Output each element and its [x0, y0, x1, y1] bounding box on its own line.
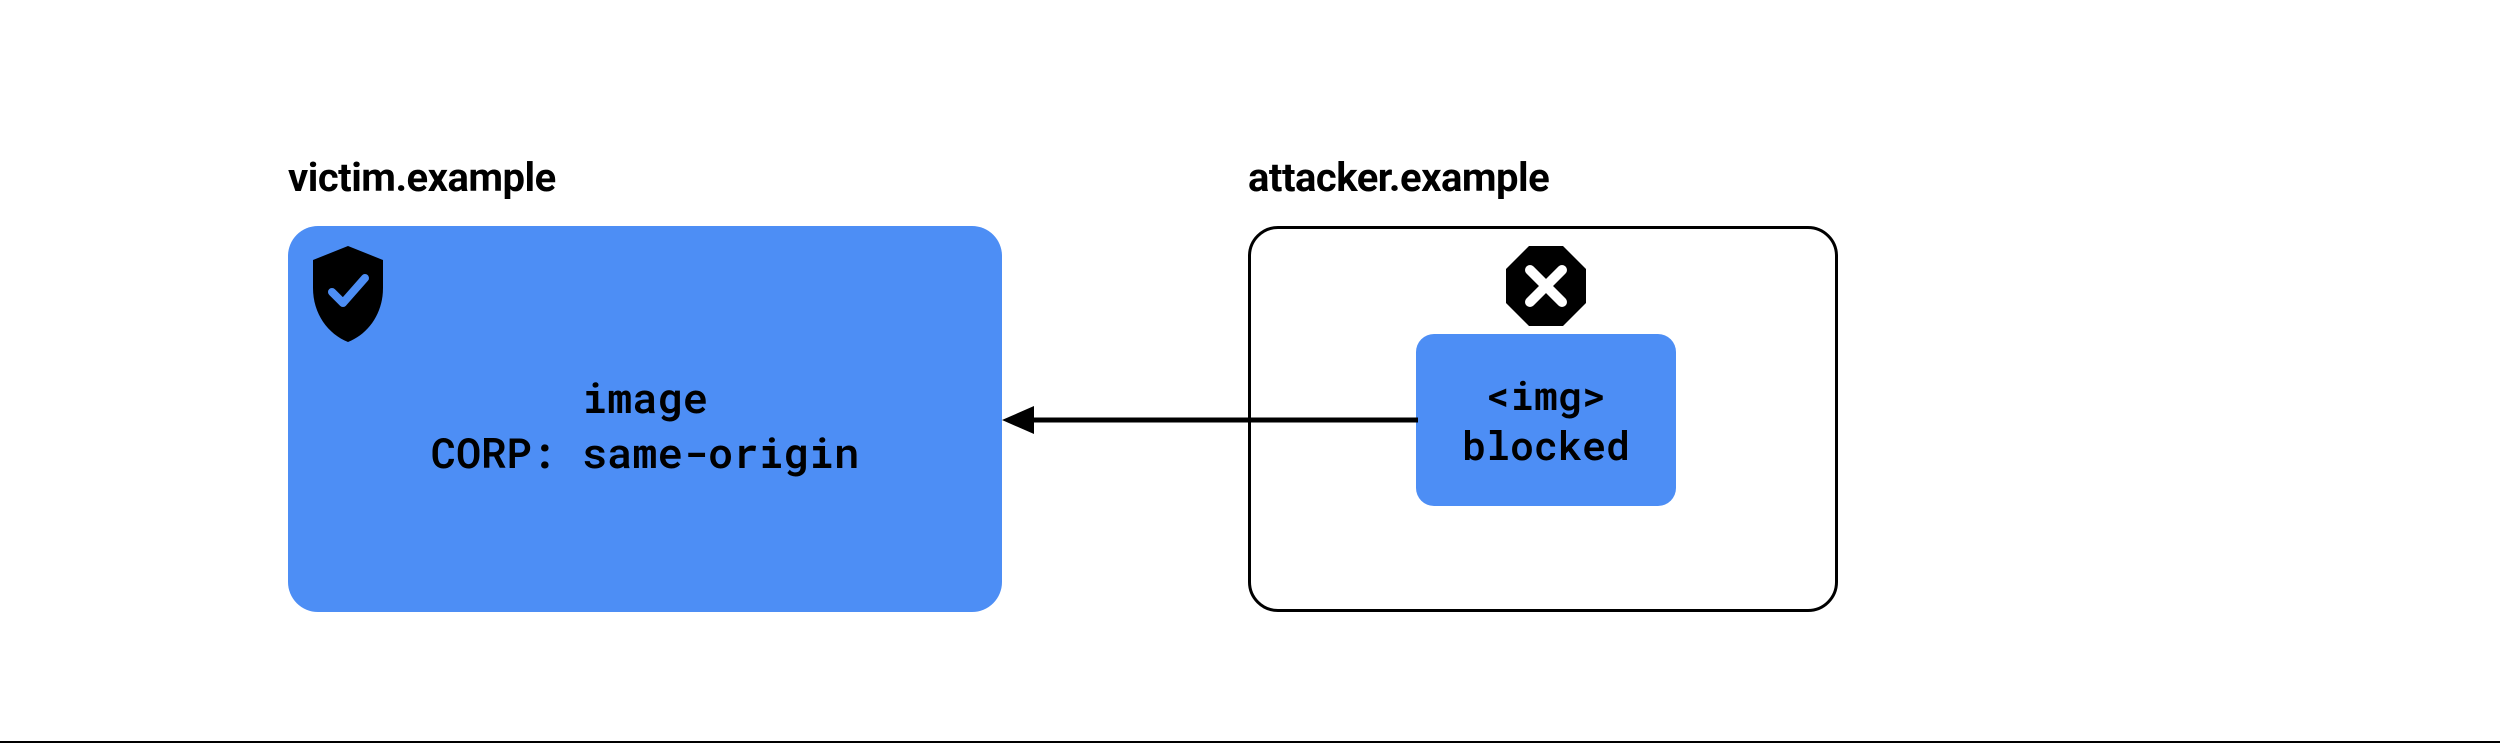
attacker-title: attacker.example	[1248, 154, 1549, 201]
victim-body-text: image CORP: same-origin	[288, 371, 1002, 480]
victim-box: image CORP: same-origin	[288, 226, 1002, 612]
victim-title: victim.example	[288, 154, 556, 201]
blocked-octagon-icon	[1504, 244, 1588, 332]
shield-check-icon	[308, 246, 388, 346]
img-tag-text: <img>	[1486, 370, 1606, 420]
blocked-text: blocked	[1462, 420, 1630, 470]
img-blocked-box: <img> blocked	[1416, 334, 1676, 506]
request-arrow-icon	[1000, 400, 1420, 444]
diagram-canvas: victim.example image CORP: same-origin a…	[0, 0, 2500, 743]
